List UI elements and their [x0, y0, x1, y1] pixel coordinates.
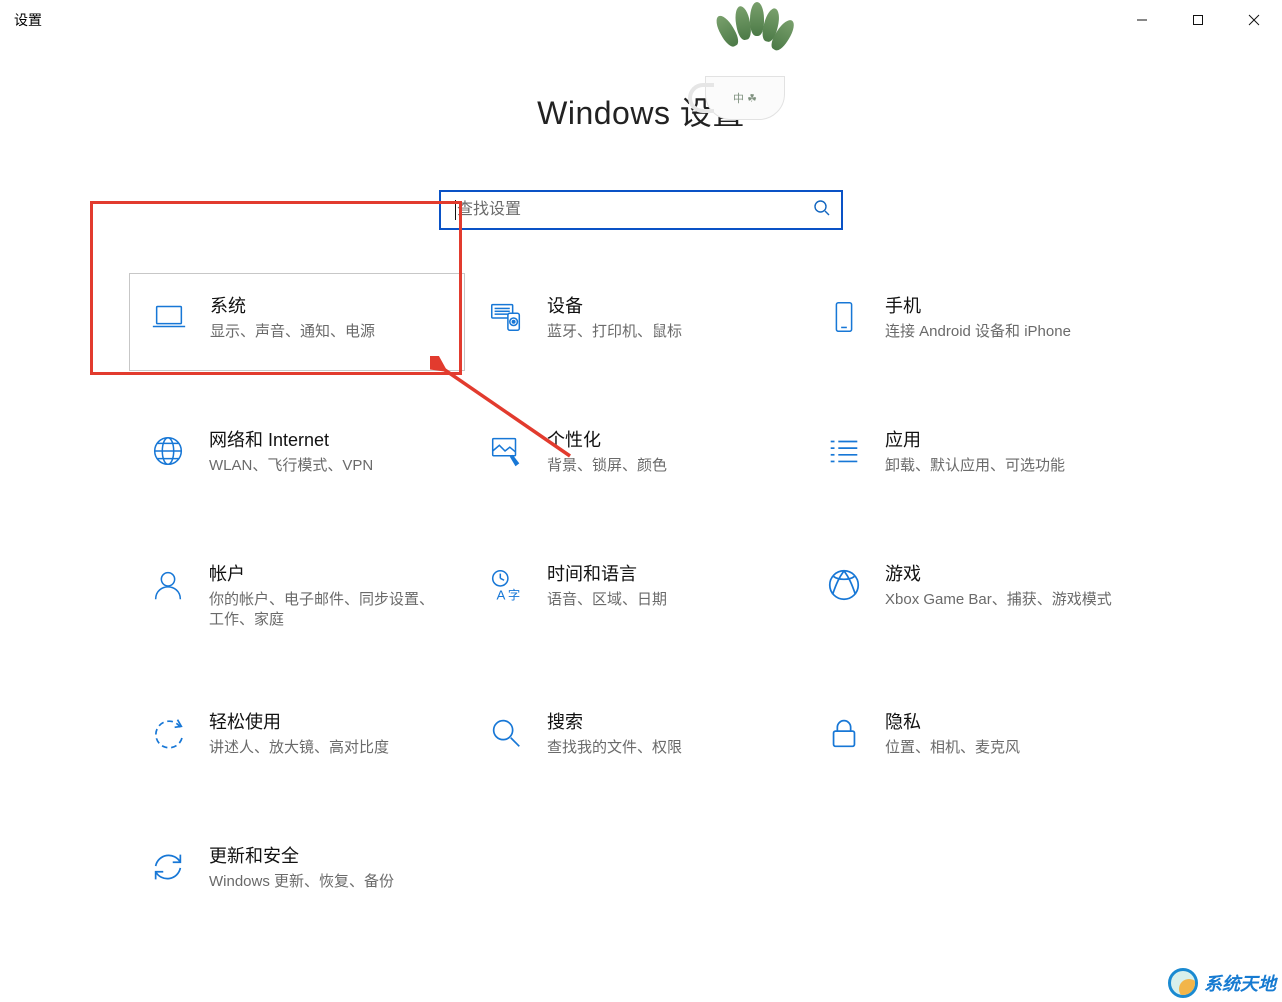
privacy-icon: [823, 712, 865, 754]
tile-desc: Xbox Game Bar、捕获、游戏模式: [885, 590, 1112, 610]
window-title: 设置: [14, 10, 42, 30]
tile-accounts[interactable]: 帐户 你的帐户、电子邮件、同步设置、工作、家庭: [141, 558, 465, 636]
watermark-text: 系统天地: [1204, 970, 1276, 996]
watermark: 系统天地: [1162, 964, 1282, 1002]
tile-desc: 讲述人、放大镜、高对比度: [209, 738, 389, 758]
text-caret: [455, 200, 456, 220]
update-icon: [147, 846, 189, 888]
tile-phone[interactable]: 手机 连接 Android 设备和 iPhone: [817, 290, 1141, 354]
minimize-button[interactable]: [1114, 0, 1170, 40]
page-title: Windows 设置: [0, 88, 1282, 134]
tile-title: 个性化: [547, 430, 667, 452]
tile-personalization[interactable]: 个性化 背景、锁屏、颜色: [479, 424, 803, 488]
phone-icon: [823, 296, 865, 338]
tile-desc: WLAN、飞行模式、VPN: [209, 456, 373, 476]
tile-gaming[interactable]: 游戏 Xbox Game Bar、捕获、游戏模式: [817, 558, 1141, 636]
tile-desc: 显示、声音、通知、电源: [210, 322, 375, 342]
tile-devices[interactable]: 设备 蓝牙、打印机、鼠标: [479, 290, 803, 354]
tile-apps[interactable]: 应用 卸载、默认应用、可选功能: [817, 424, 1141, 488]
tile-ease-of-access[interactable]: 轻松使用 讲述人、放大镜、高对比度: [141, 706, 465, 770]
tile-desc: 连接 Android 设备和 iPhone: [885, 322, 1071, 342]
close-icon: [1248, 14, 1260, 26]
ease-of-access-icon: [147, 712, 189, 754]
tile-title: 系统: [210, 296, 375, 318]
watermark-globe-icon: [1168, 968, 1198, 998]
tile-title: 帐户: [209, 564, 439, 586]
maximize-button[interactable]: [1170, 0, 1226, 40]
tile-system[interactable]: 系统 显示、声音、通知、电源: [129, 273, 465, 371]
tile-desc: Windows 更新、恢复、备份: [209, 872, 394, 892]
tile-desc: 查找我的文件、权限: [547, 738, 682, 758]
tile-title: 搜索: [547, 712, 682, 734]
tile-title: 设备: [547, 296, 682, 318]
search-circle-icon: [485, 712, 527, 754]
tile-search[interactable]: 搜索 查找我的文件、权限: [479, 706, 803, 770]
tile-title: 隐私: [885, 712, 1020, 734]
maximize-icon: [1192, 14, 1204, 26]
search-box[interactable]: [439, 190, 843, 230]
close-button[interactable]: [1226, 0, 1282, 40]
search-icon: [813, 199, 831, 222]
apps-icon: [823, 430, 865, 472]
tile-desc: 你的帐户、电子邮件、同步设置、工作、家庭: [209, 590, 439, 631]
tile-desc: 位置、相机、麦克风: [885, 738, 1020, 758]
tile-desc: 背景、锁屏、颜色: [547, 456, 667, 476]
tile-title: 更新和安全: [209, 846, 394, 868]
devices-icon: [485, 296, 527, 338]
tile-desc: 卸载、默认应用、可选功能: [885, 456, 1065, 476]
tile-update-security[interactable]: 更新和安全 Windows 更新、恢复、备份: [141, 840, 465, 904]
window-controls: [1114, 0, 1282, 40]
minimize-icon: [1136, 14, 1148, 26]
tile-privacy[interactable]: 隐私 位置、相机、麦克风: [817, 706, 1141, 770]
globe-icon: [147, 430, 189, 472]
paint-icon: [485, 430, 527, 472]
tile-title: 时间和语言: [547, 564, 667, 586]
tile-title: 轻松使用: [209, 712, 389, 734]
search-input[interactable]: [455, 200, 813, 220]
gaming-icon: [823, 564, 865, 606]
tile-network[interactable]: 网络和 Internet WLAN、飞行模式、VPN: [141, 424, 465, 488]
search-wrap: [0, 190, 1282, 230]
tile-title: 应用: [885, 430, 1065, 452]
tile-title: 游戏: [885, 564, 1112, 586]
account-icon: [147, 564, 189, 606]
title-bar: 设置: [0, 0, 1282, 40]
time-language-icon: A 字: [485, 564, 527, 606]
tile-desc: 蓝牙、打印机、鼠标: [547, 322, 682, 342]
tile-desc: 语音、区域、日期: [547, 590, 667, 610]
laptop-icon: [148, 296, 190, 338]
tile-title: 手机: [885, 296, 1071, 318]
tile-time-language[interactable]: A 字 时间和语言 语音、区域、日期: [479, 558, 803, 636]
tile-title: 网络和 Internet: [209, 430, 373, 452]
svg-text:字: 字: [508, 587, 520, 602]
settings-grid: 系统 显示、声音、通知、电源 设备 蓝牙、打印机、鼠标 手机 连接 Androi…: [141, 290, 1141, 904]
svg-text:A: A: [497, 587, 506, 602]
